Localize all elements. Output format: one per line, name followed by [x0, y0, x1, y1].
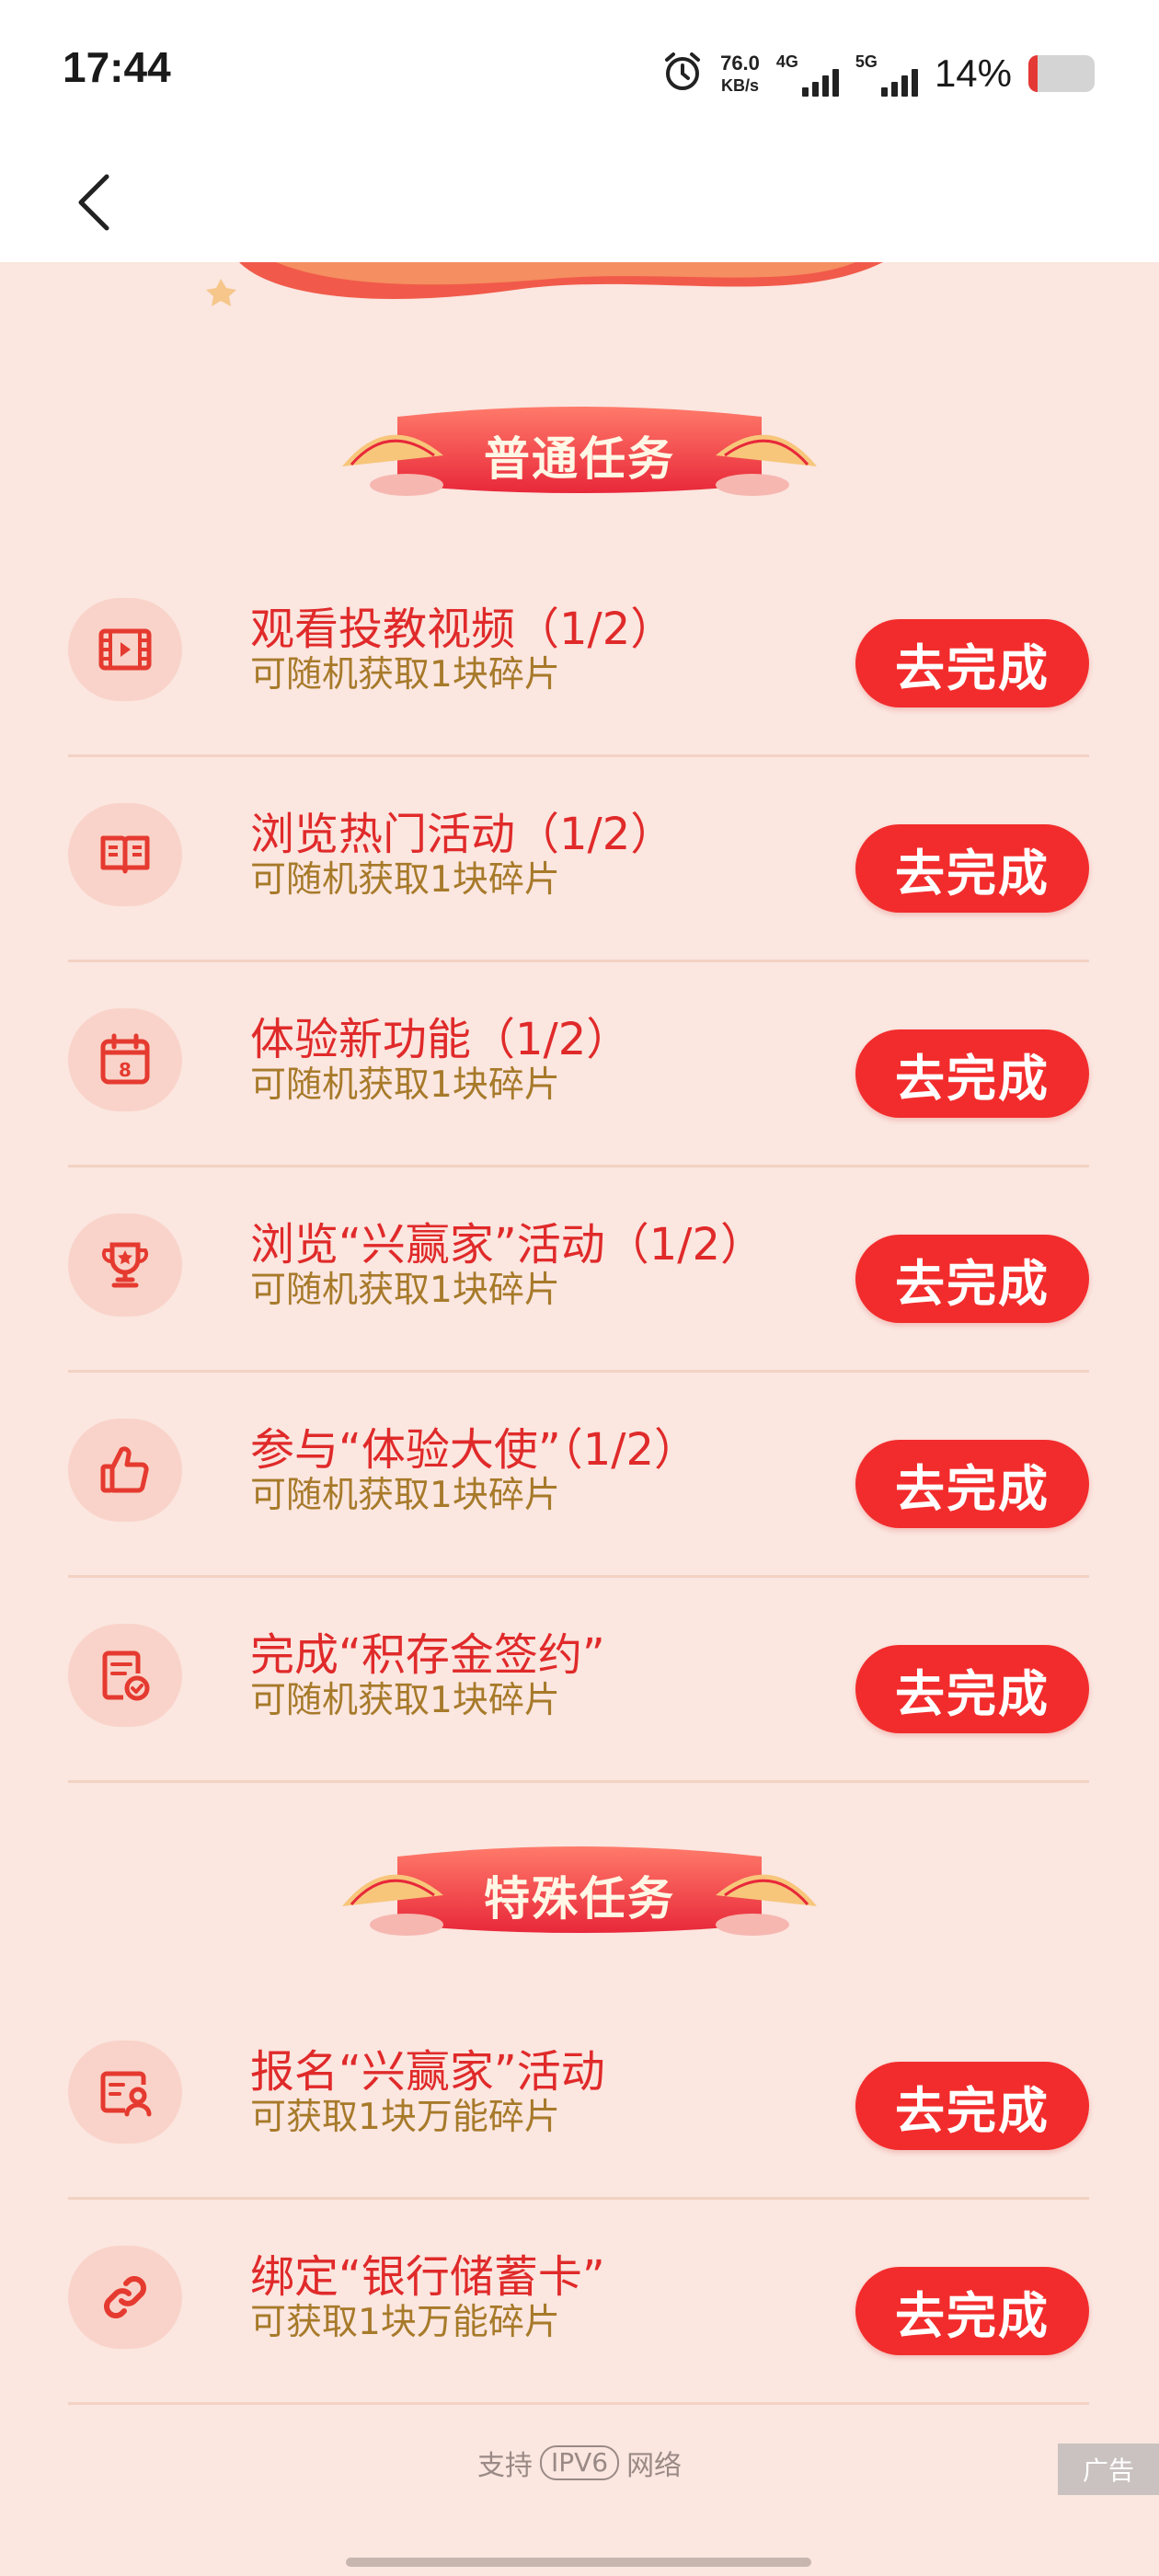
status-time: 17:44 [63, 43, 171, 91]
task-row: 浏览“兴赢家”活动（1/2） 可随机获取1块碎片 去完成 [68, 1167, 1089, 1373]
svg-text:8: 8 [119, 1059, 132, 1081]
network-label-5g: 5G [855, 52, 878, 71]
signal-5g: 5G [855, 51, 918, 97]
book-icon [68, 803, 182, 906]
task-subtitle: 可随机获取1块碎片 [250, 859, 560, 901]
task-row: 观看投教视频（1/2） 可随机获取1块碎片 去完成 [68, 552, 1089, 757]
net-speed: 76.0 KB/s [720, 52, 760, 95]
thumbs-up-icon [68, 1419, 182, 1522]
section-banner-special: 特殊任务 [333, 1840, 826, 1941]
task-row: 8 体验新功能（1/2） 可随机获取1块碎片 去完成 [68, 962, 1089, 1167]
ad-badge[interactable]: 广告 [1058, 2444, 1159, 2495]
battery-icon [1028, 55, 1095, 92]
contract-icon [68, 1624, 182, 1727]
task-subtitle: 可随机获取1块碎片 [250, 654, 560, 696]
home-indicator[interactable] [346, 2558, 811, 2567]
task-row: 浏览热门活动（1/2） 可随机获取1块碎片 去完成 [68, 757, 1089, 962]
task-subtitle: 可随机获取1块碎片 [250, 1064, 560, 1106]
task-subtitle: 可获取1块万能碎片 [250, 2097, 560, 2138]
trophy-icon [68, 1213, 182, 1317]
signal-4g: 4G [776, 51, 839, 97]
complete-task-button[interactable]: 去完成 [855, 2062, 1089, 2150]
signal-icon [880, 67, 918, 97]
section-banner-normal: 普通任务 [333, 400, 826, 501]
profile-card-icon [68, 2041, 182, 2144]
header-decoration [0, 262, 1159, 317]
back-arrow-icon [78, 174, 109, 231]
task-row: 报名“兴赢家”活动 可获取1块万能碎片 去完成 [68, 1995, 1089, 2200]
complete-task-button[interactable]: 去完成 [855, 1645, 1089, 1733]
section-title-special: 特殊任务 [484, 1871, 675, 1926]
footer-suffix: 网络 [626, 2450, 683, 2482]
calendar-icon: 8 [68, 1008, 182, 1111]
complete-task-button[interactable]: 去完成 [855, 2267, 1089, 2355]
ipv6-badge: IPV6 [539, 2445, 620, 2480]
network-label-4g: 4G [775, 52, 798, 71]
battery-percent: 14% [934, 52, 1012, 95]
task-row: 完成“积存金签约” 可随机获取1块碎片 去完成 [68, 1578, 1089, 1783]
footer-network-info: 支持 IPV6 网络 [0, 2443, 1159, 2483]
footer-prefix: 支持 [476, 2450, 533, 2482]
signal-icon [801, 67, 839, 97]
task-subtitle: 可随机获取1块碎片 [250, 1680, 560, 1721]
video-icon [68, 598, 182, 701]
complete-task-button[interactable]: 去完成 [855, 1440, 1089, 1528]
complete-task-button[interactable]: 去完成 [855, 619, 1089, 707]
back-button[interactable] [64, 166, 129, 239]
task-row: 参与“体验大使”（1/2） 可随机获取1块碎片 去完成 [68, 1373, 1089, 1578]
task-subtitle: 可随机获取1块碎片 [250, 1270, 560, 1311]
task-subtitle: 可随机获取1块碎片 [250, 1475, 560, 1516]
task-row: 绑定“银行储蓄卡” 可获取1块万能碎片 去完成 [68, 2200, 1089, 2405]
complete-task-button[interactable]: 去完成 [855, 824, 1089, 913]
status-bar: 17:44 76.0 KB/s 4G 5G 14% [0, 0, 1159, 138]
status-indicators: 76.0 KB/s 4G 5G 14% [661, 46, 1095, 101]
net-speed-unit: KB/s [720, 76, 759, 95]
task-subtitle: 可获取1块万能碎片 [250, 2302, 560, 2343]
complete-task-button[interactable]: 去完成 [855, 1029, 1089, 1118]
complete-task-button[interactable]: 去完成 [855, 1235, 1089, 1323]
net-speed-value: 76.0 [720, 52, 760, 75]
alarm-icon [661, 51, 704, 97]
nav-bar [0, 138, 1159, 262]
link-icon [68, 2246, 182, 2349]
section-title-normal: 普通任务 [484, 431, 675, 486]
